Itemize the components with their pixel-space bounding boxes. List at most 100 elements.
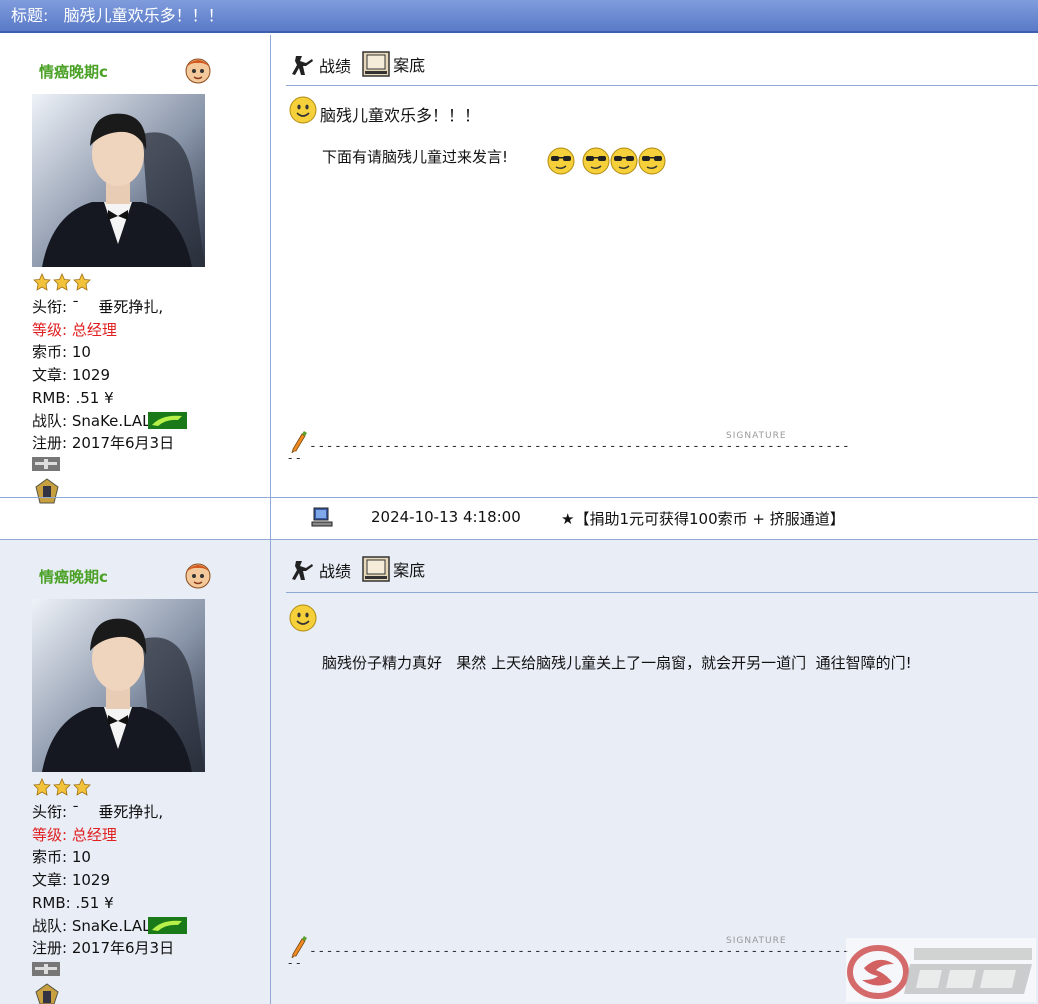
signature: ----------------------------------------… <box>288 431 850 465</box>
profile-team-value[interactable]: SnaKe.LAL <box>72 917 151 935</box>
post-timestamp: 2024-10-13 4:18:00 <box>371 508 521 526</box>
profile-coins-value: 10 <box>71 343 91 362</box>
avatar[interactable] <box>32 599 205 772</box>
column-divider <box>270 540 271 1004</box>
profile-team-row: 战队: SnaKe.LAL <box>32 410 188 433</box>
record-label: 案底 <box>393 56 426 75</box>
signature-line: ----------------------------------------… <box>309 944 851 959</box>
team-flag-icon <box>148 916 188 934</box>
profile-team-label: 战队: <box>32 916 68 935</box>
post-body: 脑残份子精力真好 果然 上天给脑残儿童关上了一扇窗，就会开另一道门 通往智障的门… <box>322 654 912 672</box>
sunglasses-emoticon-icon <box>582 147 610 175</box>
counter-strike-player-icon <box>292 56 313 75</box>
stats-label: 战绩 <box>319 57 352 76</box>
stats-label: 战绩 <box>319 562 352 581</box>
star-icon <box>33 273 51 291</box>
profile-articles-row: 文章: 1029 <box>32 364 187 387</box>
signature-tail: - - <box>288 451 301 465</box>
profile-registered-value: 2017年6月3日 <box>71 434 175 453</box>
post-header-divider <box>286 85 1038 86</box>
user-face-icon <box>185 58 211 84</box>
star-icon <box>53 273 71 291</box>
signature-word: SIGNATURE <box>726 431 787 441</box>
signature-tail: - - <box>288 956 301 970</box>
profile-registered-value: 2017年6月3日 <box>71 939 175 958</box>
profile-rmb-label: RMB: <box>32 893 71 912</box>
profile-level-label: 等级: <box>32 320 68 339</box>
sunglasses-emoticon-icon <box>547 147 575 175</box>
record-link[interactable]: 案底 <box>362 51 425 77</box>
profile-rmb-row: RMB: .51 ¥ <box>32 892 187 915</box>
post-subject: 脑残儿童欢乐多！！！ <box>320 106 481 125</box>
profile-level-row: 等级: 总经理 <box>32 824 187 847</box>
record-label: 案底 <box>393 561 426 580</box>
profile-articles-value: 1029 <box>71 366 111 385</box>
profile-title-value: ¯ 垂死挣扎, <box>71 298 164 316</box>
profile-coins-row: 索币: 10 <box>32 846 187 869</box>
profile-info: 头衔: ¯ 垂死挣扎, 等级: 总经理 索币: 10 文章: 1029 RMB:… <box>32 296 188 455</box>
medal-bar-icon <box>32 457 60 471</box>
film-frame-icon <box>362 556 390 582</box>
profile-registered-row: 注册: 2017年6月3日 <box>32 432 187 455</box>
team-flag-icon <box>148 411 188 429</box>
counter-strike-player-icon <box>292 561 313 580</box>
rank-stars <box>33 778 93 796</box>
pencil-icon <box>291 431 307 453</box>
profile-title-row: 头衔: ¯ 垂死挣扎, <box>32 801 187 824</box>
user-face-icon <box>185 563 211 589</box>
author-name[interactable]: 情癌晚期c <box>39 61 108 82</box>
computer-icon[interactable] <box>311 506 333 528</box>
profile-registered-label: 注册: <box>32 939 68 958</box>
sunglasses-emoticon-icon <box>610 147 638 175</box>
star-icon <box>73 273 91 291</box>
thread-title-label: 标题: <box>11 6 49 25</box>
medal-badge-icon <box>35 983 59 1004</box>
profile-registered-row: 注册: 2017年6月3日 <box>32 937 187 960</box>
profile-rmb-value: .51 ¥ <box>75 388 114 407</box>
medal-badge-icon <box>35 478 59 504</box>
medal-bar-icon <box>32 962 60 976</box>
profile-team-value[interactable]: SnaKe.LAL <box>72 412 151 430</box>
record-link[interactable]: 案底 <box>362 556 425 582</box>
post-1: 情癌晚期c 头衔: ¯ 垂死挣扎, 等级: 总经理 索币: 10 文章: 102… <box>0 35 1038 504</box>
profile-level-value: 总经理 <box>71 825 117 844</box>
sunglasses-emoticon-icon <box>638 147 666 175</box>
post-tools: 战绩 案底 <box>290 51 431 81</box>
profile-articles-row: 文章: 1029 <box>32 869 187 892</box>
profile-title-value: ¯ 垂死挣扎, <box>71 803 164 821</box>
post-header-divider <box>286 592 1038 593</box>
profile-rmb-value: .51 ¥ <box>75 893 114 912</box>
profile-info: 头衔: ¯ 垂死挣扎, 等级: 总经理 索币: 10 文章: 1029 RMB:… <box>32 801 188 960</box>
profile-team-row: 战队: SnaKe.LAL <box>32 915 188 938</box>
thread-title-text: 脑残儿童欢乐多！！！ <box>63 6 224 25</box>
pencil-icon <box>291 936 307 958</box>
post-body: 下面有请脑残儿童过来发言! <box>322 148 509 166</box>
profile-level-value: 总经理 <box>71 320 117 339</box>
profile-rmb-label: RMB: <box>32 388 71 407</box>
thread-title-bar: 标题: 脑残儿童欢乐多！！！ <box>0 0 1038 33</box>
smiley-icon <box>289 96 317 124</box>
profile-title-row: 头衔: ¯ 垂死挣扎, <box>32 296 187 319</box>
avatar[interactable] <box>32 94 205 267</box>
profile-team-label: 战队: <box>32 411 68 430</box>
signature: ----------------------------------------… <box>288 936 850 970</box>
stats-link[interactable]: 战绩 <box>290 558 351 582</box>
film-frame-icon <box>362 51 390 77</box>
post-tools: 战绩 案底 <box>290 556 431 586</box>
star-icon <box>53 778 71 796</box>
profile-title-label: 头衔: <box>32 803 68 821</box>
star-icon <box>73 778 91 796</box>
profile-level-row: 等级: 总经理 <box>32 319 187 342</box>
profile-articles-label: 文章: <box>32 871 68 890</box>
profile-coins-row: 索币: 10 <box>32 341 187 364</box>
signature-word: SIGNATURE <box>726 936 787 946</box>
stats-link[interactable]: 战绩 <box>290 53 351 77</box>
profile-articles-label: 文章: <box>32 366 68 385</box>
author-name[interactable]: 情癌晚期c <box>39 566 108 587</box>
signature-line: ----------------------------------------… <box>309 439 851 454</box>
donation-notice[interactable]: ★【捐助1元可获得100索币 + 挤服通道】 <box>561 508 845 529</box>
profile-coins-label: 索币: <box>32 848 68 867</box>
column-divider <box>270 35 271 497</box>
profile-registered-label: 注册: <box>32 434 68 453</box>
rank-stars <box>33 273 93 291</box>
